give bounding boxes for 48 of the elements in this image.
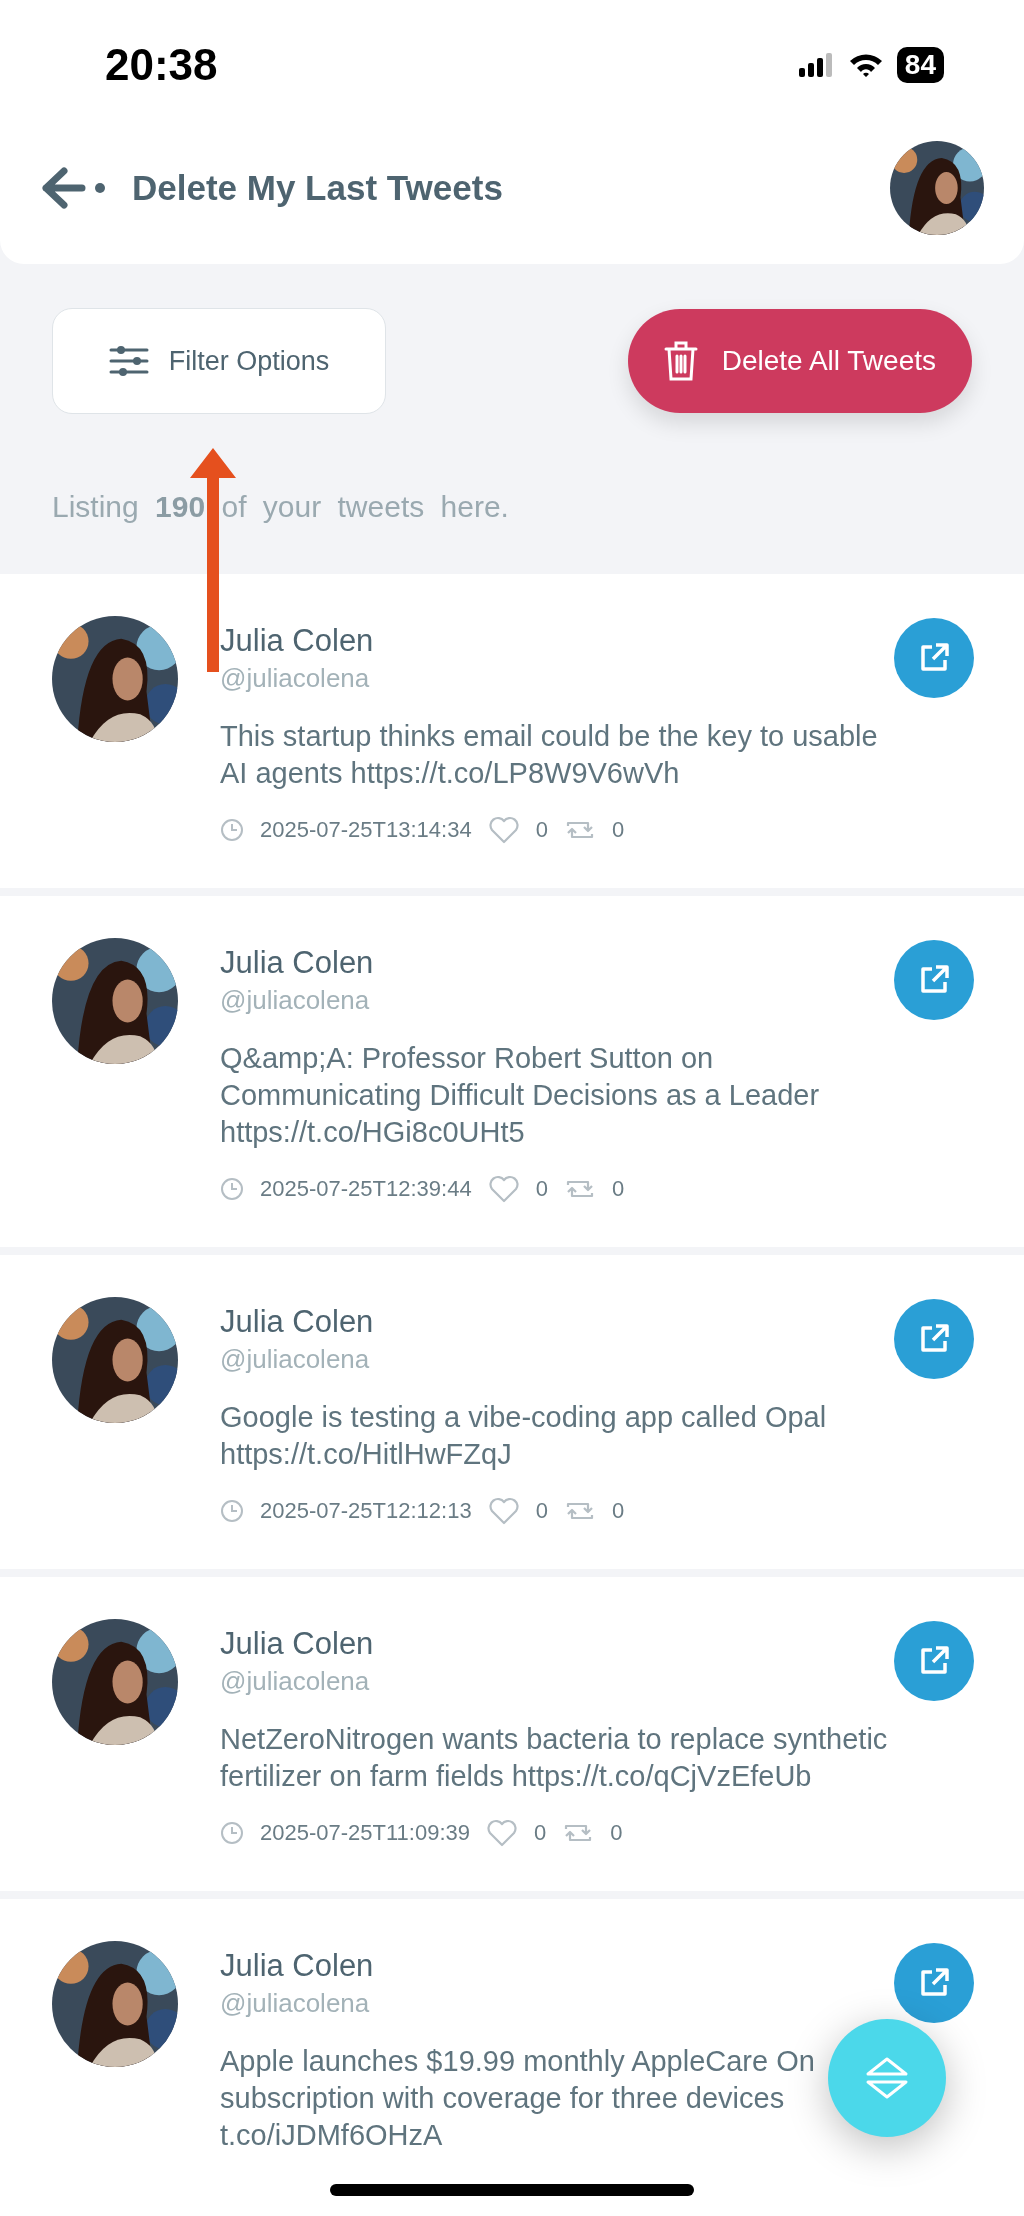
trash-icon xyxy=(663,340,698,382)
tweet-text: NetZeroNitrogen wants bacteria to replace synthetic fertilizer on farm fields https://t.co/qCjVzEfeUb xyxy=(220,1722,889,1794)
heart-icon xyxy=(486,1819,518,1847)
status-time: 20:38 xyxy=(105,40,218,90)
page-title: Delete My Last Tweets xyxy=(132,168,504,208)
tweet-timestamp: 2025-07-25T12:39:44 xyxy=(260,1176,472,1202)
up-down-icon xyxy=(864,2055,910,2101)
tweet-text: Google is testing a vibe-coding app called Opal https://t.co/HitlHwFZqJ xyxy=(220,1400,828,1472)
tweet-timestamp: 2025-07-25T11:09:39 xyxy=(260,1820,470,1846)
like-count: 0 xyxy=(534,1820,547,1846)
tweet-text: This startup thinks email could be the key to usable AI agents https://t.co/LP8W9V6wVh xyxy=(220,719,879,791)
like-count: 0 xyxy=(535,817,548,843)
tweet-text: Q&amp;A: Professor Robert Sutton on Communicating Difficult Decisions as a Leader https://t.co/HGi8c0UHt5 xyxy=(220,1041,821,1150)
tweet-timestamp: 2025-07-25T12:12:13 xyxy=(260,1498,472,1524)
like-count: 0 xyxy=(535,1498,548,1524)
author-name: Julia Colen xyxy=(220,944,374,982)
delete-all-tweets-button[interactable]: Delete All Tweets xyxy=(627,309,972,413)
retweet-count: 0 xyxy=(611,817,625,843)
author-name: Julia Colen xyxy=(220,1303,374,1341)
tweet-text-line: subscription with coverage for three devices xyxy=(220,2081,785,2116)
clock-icon xyxy=(220,1821,244,1845)
filter-icon xyxy=(108,344,149,378)
like-count: 0 xyxy=(535,1176,548,1202)
heart-icon xyxy=(487,816,520,844)
retweet-count: 0 xyxy=(611,1498,625,1524)
author-name: Julia Colen xyxy=(220,1625,374,1663)
author-handle: @juliacolena xyxy=(220,984,370,1017)
tweet-text-line: t.co/iJDMf6OHzA xyxy=(220,2118,443,2153)
author-handle: @juliacolena xyxy=(220,662,370,695)
author-handle: @juliacolena xyxy=(220,1987,370,2020)
filter-options-button[interactable]: Filter Options xyxy=(52,308,386,414)
battery-level: 84 xyxy=(904,49,936,80)
retweet-count: 0 xyxy=(610,1820,623,1846)
clock-icon xyxy=(220,1177,244,1201)
tweet-count-text: Listing 190 of your tweets here. xyxy=(52,490,510,525)
clock-icon xyxy=(220,1499,244,1523)
author-handle: @juliacolena xyxy=(220,1343,370,1376)
retweet-count: 0 xyxy=(611,1176,625,1202)
author-name: Julia Colen xyxy=(220,622,374,660)
signal-icon xyxy=(798,53,835,77)
author-handle: @juliacolena xyxy=(220,1665,370,1698)
heart-icon xyxy=(487,1497,520,1525)
heart-icon xyxy=(487,1175,520,1203)
author-name: Julia Colen xyxy=(220,1947,374,1985)
tweet-text-line: Apple launches $19.99 monthly AppleCare On xyxy=(220,2044,815,2079)
tweet-timestamp: 2025-07-25T13:14:34 xyxy=(260,817,472,843)
clock-icon xyxy=(220,818,244,842)
wifi-icon xyxy=(848,53,883,77)
